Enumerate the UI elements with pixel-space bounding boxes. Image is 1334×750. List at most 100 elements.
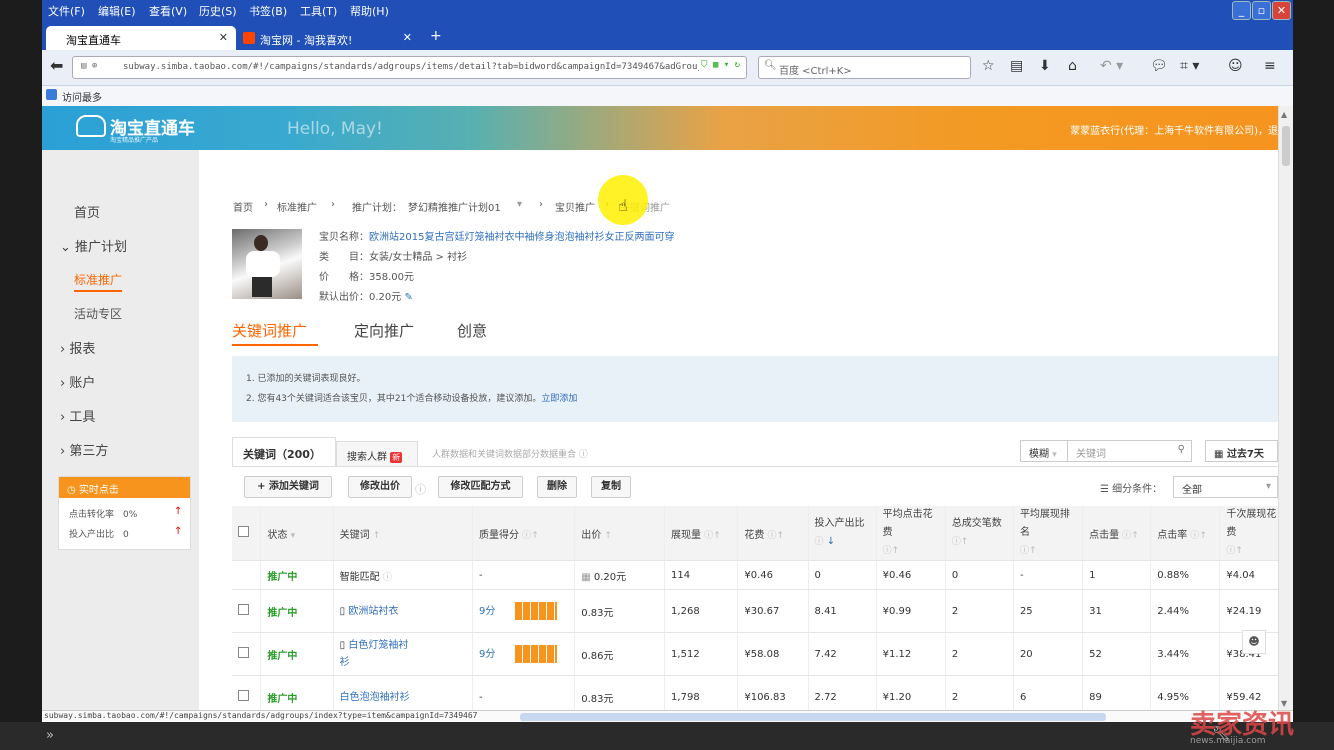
match-type-select[interactable]: 模糊 ▾ [1020,440,1068,462]
tab-keywords-count[interactable]: 关键词（200） [232,437,336,467]
tab-inactive[interactable]: 淘宝网 - 淘我喜欢! ✕ [238,26,418,50]
col-orders[interactable]: 总成交笔数 ⓘ↑ [945,506,1014,561]
col-quality[interactable]: 质量得分 ⓘ↑ [472,506,576,561]
sidebar-item-standard[interactable]: 标准推广 [74,271,123,292]
reader-icon[interactable]: ▤ [1010,58,1023,74]
car-logo-icon [76,115,106,137]
col-status[interactable]: 状态 ▾ [260,506,334,561]
new-tab-button[interactable]: + [430,28,442,44]
sidebar-item-tools[interactable]: › 工具 [60,406,95,425]
status-url: subway.simba.taobao.com/#!/campaigns/sta… [44,711,478,720]
keyword-search-input[interactable]: 关键词 ⚲ [1068,440,1192,462]
bookmark-most-visited[interactable]: 访问最多 [62,89,102,104]
row-checkbox[interactable] [232,675,262,710]
help-icon[interactable]: ⓘ [383,573,392,583]
col-bid[interactable]: 出价 ↑ [574,506,666,561]
add-now-link[interactable]: 立即添加 [541,394,577,404]
horizontal-scrollbar[interactable] [520,713,1106,721]
caret-down-icon[interactable]: ▾ [517,199,522,210]
help-icon: ⓘ [767,530,777,541]
search-icon[interactable]: ⚲ [1178,444,1185,455]
product-thumbnail[interactable] [232,229,302,299]
star-icon[interactable]: ☆ [982,58,995,74]
delete-button[interactable]: 删除 [537,476,577,498]
download-icon[interactable]: ⬇ [1039,58,1051,74]
filter-select[interactable]: 全部 ▾ [1173,476,1278,498]
menu-file[interactable]: 文件(F) [48,3,85,19]
row-checkbox[interactable] [232,589,262,633]
col-cpc[interactable]: 平均点击花费 ⓘ↑ [876,506,946,561]
breadcrumb-standard[interactable]: 标准推广 [277,199,317,214]
account-info[interactable]: 蒙蒙蓝衣行(代理：上海千牛软件有限公司)，退 [1070,122,1278,137]
smiley-icon[interactable]: ☺ [1228,58,1243,74]
minimize-icon[interactable]: _ [1232,1,1251,20]
col-keyword[interactable]: 关键词 ↑ [333,506,474,561]
edit-pencil-icon[interactable]: ✎ [404,292,412,303]
copy-button[interactable]: 复制 [591,476,631,498]
col-cpm[interactable]: 千次展现花费 ⓘ↑ [1219,506,1278,561]
sidebar-item-campaigns[interactable]: ⌄ 推广计划 [60,236,127,255]
tab-search-crowd[interactable]: 搜索人群 新 [336,441,418,467]
hamburger-menu-icon[interactable]: ≡ [1264,58,1276,74]
menu-view[interactable]: 查看(V) [149,3,187,19]
help-icon[interactable]: ⓘ [579,450,588,460]
notice-line-2: 2. 您有43个关键词适合该宝贝，其中21个适合移动设备投放，建议添加。立即添加 [246,394,578,404]
back-icon[interactable]: ⬅ [50,56,63,75]
double-chevron-icon[interactable]: » [46,728,54,743]
sidebar-item-home[interactable]: 首页 [74,202,100,221]
col-roi[interactable]: 投入产出比 ⓘ ↓ [808,506,877,561]
col-avg-rank[interactable]: 平均展现排名 ⓘ↑ [1013,506,1084,561]
close-tab-icon[interactable]: ✕ [219,31,228,44]
row-checkbox[interactable] [232,632,262,676]
menu-history[interactable]: 历史(S) [199,3,237,19]
select-all-checkbox[interactable] [232,506,262,561]
breadcrumb-item[interactable]: 宝贝推广 [555,199,595,214]
keyword-table: 状态 ▾ 关键词 ↑ 质量得分 ⓘ↑ 出价 ↑ 展现量 ⓘ↑ 花费 ⓘ↑ 投入产… [232,506,1278,710]
tab-targeted-promo[interactable]: 定向推广 [354,320,414,341]
tab-bar: 淘宝直通车 ✕ 淘宝网 - 淘我喜欢! ✕ + [42,22,1293,50]
customer-service-icon[interactable]: ☻ [1242,630,1266,654]
col-cost[interactable]: 花费 ⓘ↑ [737,506,809,561]
crop-icon[interactable]: ⌗ ▾ [1180,58,1199,74]
product-name-link[interactable]: 欧洲站2015复古宫廷灯笼袖衬衣中袖修身泡泡袖衬衫女正反两面可穿 [369,232,674,243]
close-icon[interactable]: ✕ [1272,1,1291,20]
table-row: 推广中 ▯ 白色灯笼袖衬衫 9分 0.86元 1,512 ¥58.08 7.42… [232,632,1278,676]
add-keyword-button[interactable]: + 添加关键词 [244,476,332,498]
quality-bar [515,645,558,663]
navigation-bar: ⬅ ▤ ⊕ subway.simba.taobao.com/#!/campaig… [42,50,1293,86]
sidebar-item-account[interactable]: › 账户 [60,372,95,391]
menu-edit[interactable]: 编辑(E) [98,3,136,19]
home-icon[interactable]: ⌂ [1068,58,1077,74]
menu-tools[interactable]: 工具(T) [300,3,337,19]
chat-icon[interactable]: 💬︎ [1150,58,1168,74]
close-tab-icon[interactable]: ✕ [403,31,412,44]
breadcrumb-home[interactable]: 首页 [233,199,253,214]
tab-creative[interactable]: 创意 [457,320,487,341]
undo-icon[interactable]: ↶ ▾ [1100,58,1123,74]
caret-down-icon: ▾ [1052,450,1057,460]
search-bar[interactable]: 🔍︎ 百度 <Ctrl+K> [758,56,971,79]
keyword-cell: ▯ 白色灯笼袖衬衫 [333,632,474,676]
menu-help[interactable]: 帮助(H) [350,3,389,19]
col-impressions[interactable]: 展现量 ⓘ↑ [664,506,739,561]
edit-match-button[interactable]: 修改匹配方式 [438,476,523,498]
menu-bookmarks[interactable]: 书签(B) [249,3,287,19]
edit-bid-button[interactable]: 修改出价 [348,476,412,498]
realtime-row: 点击转化率 0% [69,510,138,520]
sidebar-item-third-party[interactable]: › 第三方 [60,440,108,459]
url-bar[interactable]: ▤ ⊕ subway.simba.taobao.com/#!/campaigns… [72,56,747,79]
tab-keyword-promo[interactable]: 关键词推广 [232,320,307,341]
breadcrumb-campaign[interactable]: 梦幻精推推广计划01 [408,199,501,214]
sidebar-item-reports[interactable]: › 报表 [60,338,95,357]
vertical-scrollbar[interactable]: ▲ ▼ [1278,106,1293,710]
col-clicks[interactable]: 点击量 ⓘ↑ [1082,506,1152,561]
sidebar-item-activity[interactable]: 活动专区 [74,305,122,322]
date-range-button[interactable]: ▦ 过去7天 [1205,440,1278,462]
col-ctr[interactable]: 点击率 ⓘ↑ [1150,506,1221,561]
help-icon[interactable]: ⓘ [415,481,426,497]
sort-desc-icon: ↓ [826,536,836,547]
calculator-icon[interactable]: ▦ [581,572,594,583]
tab-active[interactable]: 淘宝直通车 ✕ [46,26,236,50]
url-text: subway.simba.taobao.com/#!/campaigns/sta… [123,62,703,72]
maximize-icon[interactable]: ▫ [1252,1,1271,20]
